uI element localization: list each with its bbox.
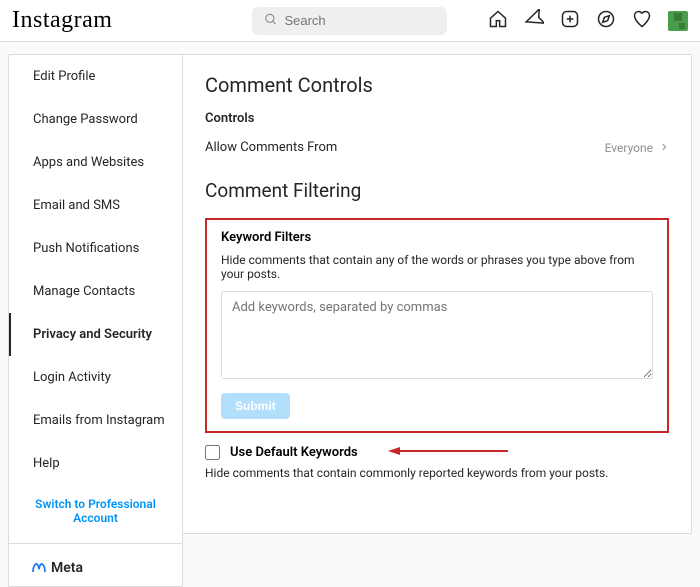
controls-heading: Controls <box>205 111 669 126</box>
meta-label: Meta <box>51 560 83 576</box>
default-keywords-desc: Hide comments that contain commonly repo… <box>205 466 669 480</box>
submit-button[interactable]: Submit <box>221 393 290 419</box>
explore-icon[interactable] <box>596 9 616 33</box>
top-navbar: Instagram <box>0 0 700 42</box>
home-icon[interactable] <box>488 9 508 33</box>
page-title: Comment Controls <box>205 73 669 97</box>
allow-comments-label: Allow Comments From <box>205 140 337 155</box>
sidebar-item-emails-instagram[interactable]: Emails from Instagram <box>9 399 182 442</box>
sidebar-item-apps-websites[interactable]: Apps and Websites <box>9 141 182 184</box>
meta-logo[interactable]: Meta <box>9 550 182 586</box>
sidebar-divider <box>9 543 182 544</box>
keyword-input[interactable] <box>221 291 653 379</box>
settings-sidebar: Edit Profile Change Password Apps and We… <box>8 54 183 587</box>
sidebar-item-help[interactable]: Help <box>9 442 182 485</box>
sidebar-item-change-password[interactable]: Change Password <box>9 98 182 141</box>
default-keywords-row: Use Default Keywords <box>205 445 669 460</box>
keyword-filters-desc: Hide comments that contain any of the wo… <box>221 253 653 281</box>
search-input[interactable] <box>252 7 447 35</box>
switch-professional-link[interactable]: Switch to Professional Account <box>9 485 182 537</box>
new-post-icon[interactable] <box>560 9 580 33</box>
sidebar-item-manage-contacts[interactable]: Manage Contacts <box>9 270 182 313</box>
profile-avatar[interactable] <box>668 11 688 31</box>
keyword-filters-highlight: Keyword Filters Hide comments that conta… <box>205 218 669 433</box>
nav-icons <box>488 9 688 33</box>
keyword-filters-title: Keyword Filters <box>221 230 653 245</box>
messenger-icon[interactable] <box>524 9 544 33</box>
search-icon <box>264 11 278 30</box>
chevron-right-icon <box>659 141 669 155</box>
sidebar-item-push-notifications[interactable]: Push Notifications <box>9 227 182 270</box>
sidebar-item-email-sms[interactable]: Email and SMS <box>9 184 182 227</box>
content-panel: Comment Controls Controls Allow Comments… <box>183 54 692 534</box>
allow-comments-row[interactable]: Allow Comments From Everyone <box>205 136 669 159</box>
sidebar-item-edit-profile[interactable]: Edit Profile <box>9 55 182 98</box>
search-container <box>252 7 447 35</box>
annotation-arrow-icon <box>388 445 508 460</box>
allow-comments-value: Everyone <box>605 141 653 155</box>
activity-icon[interactable] <box>632 9 652 33</box>
sidebar-item-privacy-security[interactable]: Privacy and Security <box>9 313 182 356</box>
instagram-logo[interactable]: Instagram <box>12 7 112 34</box>
filtering-heading: Comment Filtering <box>205 179 669 202</box>
sidebar-item-login-activity[interactable]: Login Activity <box>9 356 182 399</box>
default-keywords-label: Use Default Keywords <box>230 445 358 460</box>
default-keywords-checkbox[interactable] <box>205 445 220 460</box>
